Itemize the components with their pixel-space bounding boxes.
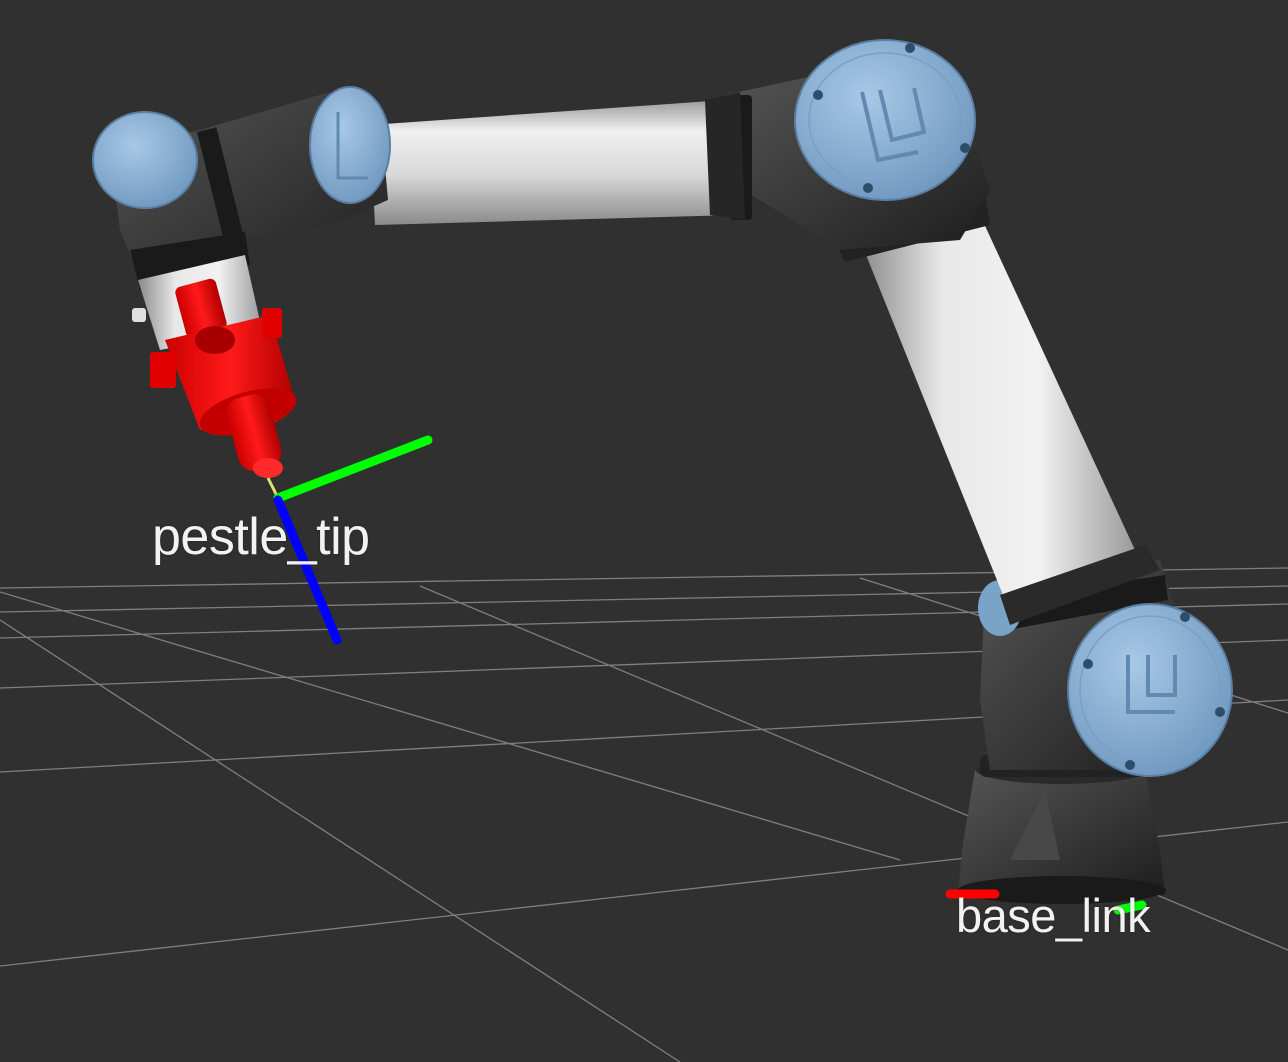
robot-base[interactable]	[958, 755, 1166, 904]
upper-arm-link[interactable]	[830, 195, 1160, 625]
frame-label-pestle-tip: pestle_tip	[152, 508, 370, 566]
pestle-tip-y-axis	[273, 435, 433, 503]
forearm-link[interactable]	[370, 92, 745, 225]
3d-viewport[interactable]: pestle_tip base_link	[0, 0, 1288, 1062]
frame-label-base-link: base_link	[956, 889, 1151, 942]
shoulder-cap	[1067, 603, 1233, 777]
elbow-cap	[794, 39, 976, 201]
